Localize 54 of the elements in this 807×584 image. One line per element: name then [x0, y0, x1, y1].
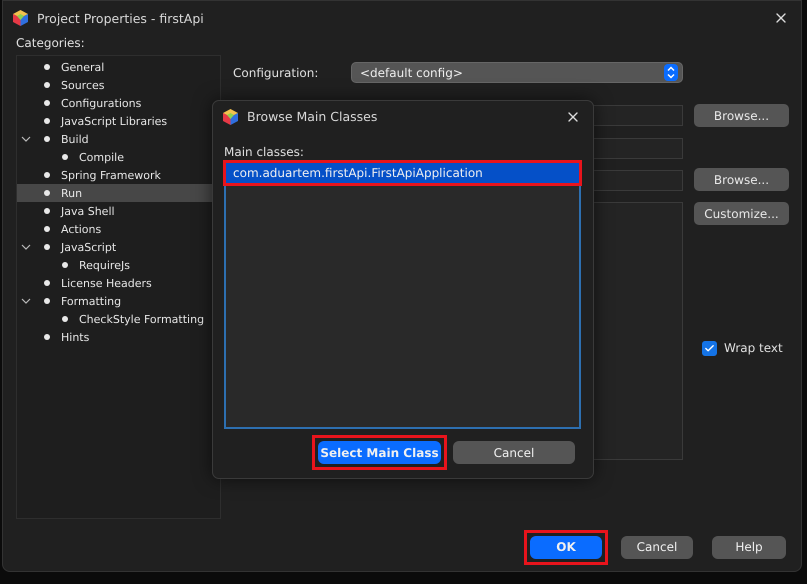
checkmark-icon — [704, 342, 715, 354]
cancel-button[interactable]: Cancel — [621, 536, 693, 558]
bullet-icon — [44, 334, 50, 340]
chevron-down-icon[interactable] — [21, 296, 31, 306]
category-item[interactable]: CheckStyle Formatting — [17, 310, 220, 328]
category-item[interactable]: Configurations — [17, 94, 220, 112]
configuration-select[interactable]: <default config> — [351, 62, 683, 83]
bullet-icon — [44, 244, 50, 250]
bullet-icon — [44, 118, 50, 124]
bullet-icon — [44, 136, 50, 142]
ok-button[interactable]: OK — [530, 536, 602, 558]
help-button[interactable]: Help — [712, 536, 786, 558]
spinner-icon — [664, 64, 678, 81]
category-item[interactable]: JavaScript — [17, 238, 220, 256]
category-item[interactable]: Hints — [17, 328, 220, 346]
customize-button[interactable]: Customize... — [694, 202, 789, 225]
bullet-icon — [44, 190, 50, 196]
category-item[interactable]: Java Shell — [17, 202, 220, 220]
app-logo-icon — [13, 10, 28, 26]
category-item[interactable]: RequireJs — [17, 256, 220, 274]
bullet-icon — [44, 100, 50, 106]
main-classes-label: Main classes: — [224, 144, 305, 160]
app-logo-icon — [223, 108, 238, 124]
bullet-icon — [44, 280, 50, 286]
configuration-label: Configuration: — [233, 66, 320, 80]
bullet-icon — [62, 262, 68, 268]
dialog-title: Browse Main Classes — [247, 109, 378, 124]
bullet-icon — [62, 154, 68, 160]
category-item[interactable]: Build — [17, 130, 220, 148]
category-item[interactable]: Formatting — [17, 292, 220, 310]
categories-label: Categories: — [16, 35, 86, 51]
category-item[interactable]: License Headers — [17, 274, 220, 292]
category-item[interactable]: Sources — [17, 76, 220, 94]
category-item[interactable]: Actions — [17, 220, 220, 238]
category-item[interactable]: General — [17, 58, 220, 76]
window-title: Project Properties - firstApi — [37, 10, 205, 26]
chevron-down-icon[interactable] — [21, 134, 31, 144]
class-item[interactable]: com.aduartem.firstApi.FirstApiApplication — [226, 163, 579, 183]
bullet-icon — [44, 82, 50, 88]
bullet-icon — [44, 64, 50, 70]
category-item[interactable]: Compile — [17, 148, 220, 166]
select-main-class-button[interactable]: Select Main Class — [318, 441, 441, 464]
bullet-icon — [44, 298, 50, 304]
bullet-icon — [62, 316, 68, 322]
bullet-icon — [44, 226, 50, 232]
chevron-down-icon[interactable] — [21, 242, 31, 252]
cancel-button[interactable]: Cancel — [453, 441, 575, 464]
bullet-icon — [44, 208, 50, 214]
category-item[interactable]: JavaScript Libraries — [17, 112, 220, 130]
category-item[interactable]: Spring Framework — [17, 166, 220, 184]
wrap-text-checkbox[interactable]: Wrap text — [694, 340, 789, 356]
browse-button[interactable]: Browse... — [694, 104, 789, 127]
browse-button[interactable]: Browse... — [694, 168, 789, 191]
bullet-icon — [44, 172, 50, 178]
